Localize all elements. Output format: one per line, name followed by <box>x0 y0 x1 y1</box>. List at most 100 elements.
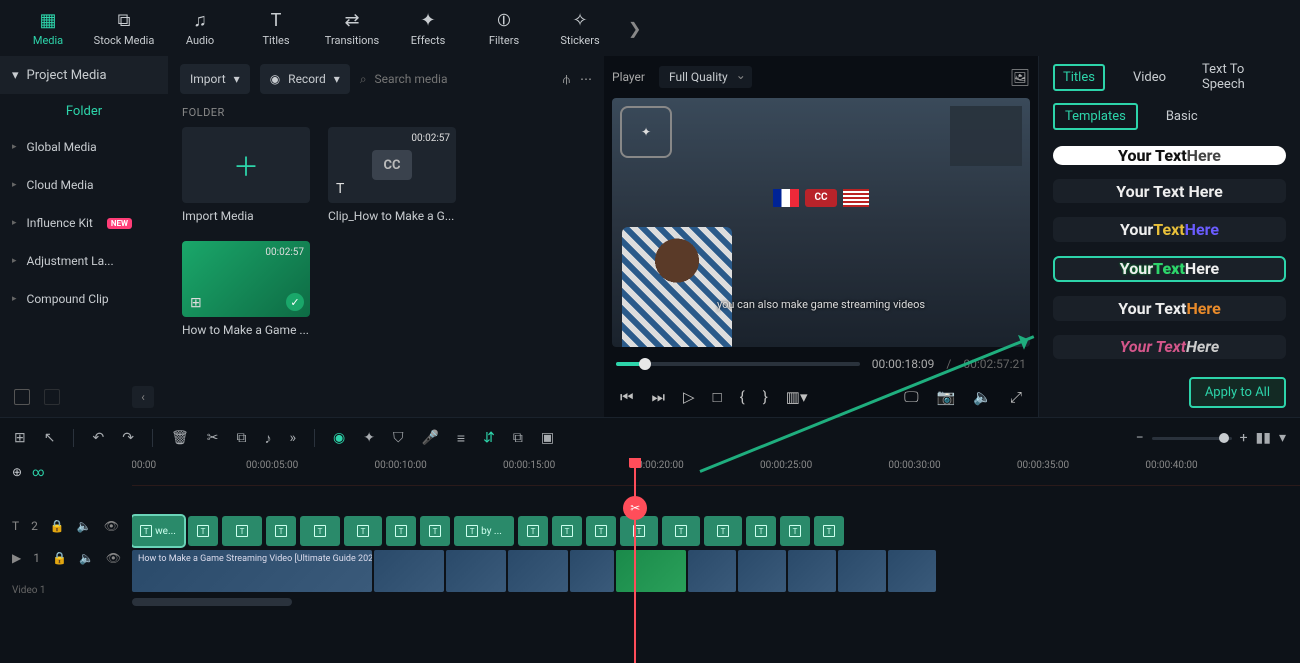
media-tile-cc[interactable]: 00:02:57CCT Clip_How to Make a G... <box>328 127 456 223</box>
video-clip[interactable] <box>616 550 686 592</box>
list-icon[interactable]: ≡ <box>457 430 465 447</box>
apply-to-all-button[interactable]: Apply to All <box>1189 377 1286 408</box>
title-clip[interactable]: T <box>814 516 844 546</box>
ribbon-effects[interactable]: ✦Effects <box>392 2 464 54</box>
mute-icon[interactable]: 🔈 <box>77 519 92 533</box>
sidebar-global-media[interactable]: ▸Global Media <box>0 128 168 166</box>
ribbon-media[interactable]: ▦Media <box>12 2 84 54</box>
title-clip[interactable]: T <box>222 516 262 546</box>
ribbon-titles[interactable]: TTitles <box>240 2 312 54</box>
title-template-6[interactable]: Your Text Here <box>1053 335 1286 359</box>
crop-icon[interactable]: ⧉ <box>236 430 246 446</box>
camera-icon[interactable]: 📷 <box>937 388 956 406</box>
record-dropdown[interactable]: ◉Record▾ <box>260 64 350 94</box>
title-template-2[interactable]: Your Text Here <box>1053 179 1286 203</box>
ribbon-audio[interactable]: ♫Audio <box>164 2 236 54</box>
collapse-sidebar-icon[interactable]: ‹ <box>132 386 154 408</box>
video-clip[interactable]: How to Make a Game Streaming Video [Ulti… <box>132 550 372 592</box>
title-clip[interactable]: Twe... <box>132 516 184 546</box>
cut-scissor-icon[interactable]: ✂ <box>623 496 647 520</box>
sidebar-influence-kit[interactable]: ▸Influence KitNEW <box>0 204 168 242</box>
scrub-track[interactable] <box>616 362 860 366</box>
search-media[interactable]: ⌕ <box>360 72 553 87</box>
redo-icon[interactable]: ↷ <box>122 430 134 446</box>
filter-icon[interactable]: ⫛ <box>563 72 570 87</box>
subtab-templates[interactable]: Templates <box>1053 103 1138 130</box>
title-clip[interactable]: Tby ... <box>454 516 514 546</box>
ribbon-stock-media[interactable]: ⧉Stock Media <box>88 2 160 54</box>
sidebar-compound-clip[interactable]: ▸Compound Clip <box>0 280 168 318</box>
video-clip[interactable] <box>788 550 836 592</box>
video-clip[interactable] <box>688 550 736 592</box>
tab-video[interactable]: Video <box>1125 66 1174 89</box>
ai-icon[interactable]: ◉ <box>333 430 345 446</box>
meter-icon[interactable]: ▮▮ <box>1256 430 1271 446</box>
mark-out-icon[interactable]: } <box>763 388 768 406</box>
grid-icon[interactable]: ⊞ <box>14 430 26 446</box>
title-template-1[interactable]: Your Text Here <box>1053 146 1286 165</box>
zoom-out-icon[interactable]: − <box>1136 430 1144 446</box>
playhead[interactable]: ✂ <box>634 458 636 663</box>
eye-icon[interactable]: 👁 <box>106 551 121 565</box>
sidebar-cloud-media[interactable]: ▸Cloud Media <box>0 166 168 204</box>
tab-tts[interactable]: Text To Speech <box>1194 58 1286 96</box>
title-clip[interactable]: T <box>266 516 296 546</box>
title-template-4-selected[interactable]: Your Text Here <box>1053 256 1286 283</box>
link-icon[interactable]: ∞ <box>32 465 44 479</box>
title-template-3[interactable]: Your Text Here <box>1053 217 1286 241</box>
ribbon-filters[interactable]: ⦶Filters <box>468 2 540 54</box>
title-template-5[interactable]: Your Text Here <box>1053 296 1286 320</box>
title-clip[interactable]: T <box>420 516 450 546</box>
project-media-header[interactable]: ▾Project Media <box>0 56 168 94</box>
sidebar-adjustment-layer[interactable]: ▸Adjustment La... <box>0 242 168 280</box>
undo-icon[interactable]: ↶ <box>92 430 104 446</box>
title-clip[interactable]: T <box>620 516 658 546</box>
tab-titles[interactable]: Titles <box>1053 64 1105 91</box>
title-clip[interactable]: T <box>662 516 700 546</box>
video-track-icon[interactable]: ▶ <box>12 551 21 565</box>
preview-canvas[interactable]: ✦ CC you can also make game streaming vi… <box>612 98 1030 347</box>
ribbon-stickers[interactable]: ✧Stickers <box>544 2 616 54</box>
mic-icon[interactable]: 🎤 <box>421 430 438 446</box>
text-track-icon[interactable]: T <box>12 519 19 533</box>
quality-dropdown[interactable]: Full Quality <box>659 66 752 88</box>
play-icon[interactable]: ▷ <box>683 388 695 406</box>
add-track-icon[interactable]: ⊕ <box>12 465 22 479</box>
mute-icon[interactable]: 🔈 <box>79 551 94 565</box>
ribbon-more-icon[interactable]: ❯ <box>628 19 641 38</box>
video-clip[interactable] <box>508 550 568 592</box>
media-tile-video[interactable]: 00:02:57⊞✓ How to Make a Game ... <box>182 241 310 337</box>
snapshot-icon[interactable]: 🖼 <box>1010 68 1030 87</box>
ribbon-transitions[interactable]: ⇄Transitions <box>316 2 388 54</box>
mark-in-icon[interactable]: { <box>740 388 745 406</box>
scrub-knob[interactable] <box>639 358 651 370</box>
prev-frame-icon[interactable]: ⏮ <box>620 388 634 406</box>
lock-icon[interactable]: 🔒 <box>50 519 65 533</box>
device-icon[interactable]: ⧉ <box>513 430 523 446</box>
subtab-basic[interactable]: Basic <box>1156 105 1208 128</box>
import-media-tile[interactable]: ＋ Import Media <box>182 127 310 223</box>
music-icon[interactable]: ♪ <box>264 430 271 447</box>
zoom-menu-icon[interactable]: ▾ <box>1279 430 1286 446</box>
shield-icon[interactable]: ⛉ <box>393 430 404 446</box>
search-input[interactable] <box>375 72 553 86</box>
title-clip[interactable]: T <box>552 516 582 546</box>
fullscreen-icon[interactable]: ⤢ <box>1010 388 1022 406</box>
sync-icon[interactable]: ⇵ <box>483 430 495 446</box>
title-track[interactable]: Twe... T T T T T T T Tby ... T T T T T T… <box>132 516 1300 546</box>
title-clip[interactable]: T <box>586 516 616 546</box>
pip-icon[interactable]: ▣ <box>541 430 554 446</box>
new-folder-icon[interactable] <box>14 389 30 405</box>
volume-icon[interactable]: 🔈 <box>973 388 992 406</box>
video-clip[interactable] <box>738 550 786 592</box>
title-clip[interactable]: T <box>780 516 810 546</box>
zoom-in-icon[interactable]: + <box>1240 430 1248 446</box>
title-clip[interactable]: T <box>704 516 742 546</box>
title-clip[interactable]: T <box>746 516 776 546</box>
title-clip[interactable]: T <box>386 516 416 546</box>
split-icon[interactable]: ✂ <box>207 430 219 446</box>
import-dropdown[interactable]: Import▾ <box>180 64 250 94</box>
display-icon[interactable]: 🖵 <box>904 388 918 406</box>
lock-icon[interactable]: 🔒 <box>52 551 67 565</box>
next-frame-icon[interactable]: ⏭ <box>652 388 666 406</box>
